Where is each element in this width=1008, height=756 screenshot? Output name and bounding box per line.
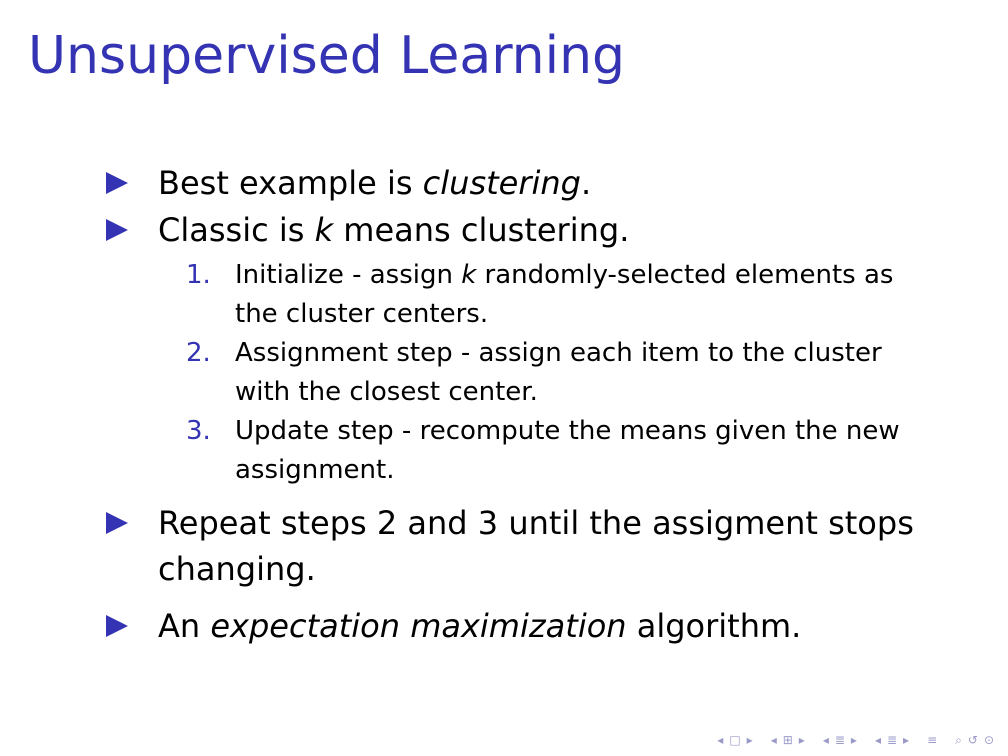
triangle-bullet-icon [106, 615, 128, 637]
bullet-text: Best example is clustering. [158, 164, 592, 202]
prev-icon[interactable]: ◂ [823, 733, 829, 747]
item-text: Initialize - assign k randomly-selected … [235, 260, 894, 329]
align-icon[interactable]: ≡ [927, 733, 937, 747]
bullet-text: Classic is k means clustering. [158, 211, 630, 249]
section-icon[interactable]: ≣ [835, 733, 845, 747]
item-number: 3. [186, 416, 211, 446]
item-text: Assignment step - assign each item to th… [235, 338, 882, 407]
item-number: 2. [186, 338, 211, 368]
next-icon[interactable]: ▸ [799, 733, 805, 747]
next-icon[interactable]: ▸ [851, 733, 857, 747]
frame-icon[interactable]: □ [729, 733, 740, 747]
search-icon[interactable]: ⌕ [955, 733, 962, 747]
subsection-icon[interactable]: ⊞ [783, 733, 793, 747]
zoom-icon[interactable]: ⊙ [984, 733, 994, 747]
triangle-bullet-icon [106, 172, 128, 194]
triangle-bullet-icon [106, 512, 128, 534]
item-text: Update step - recompute the means given … [235, 416, 900, 485]
prev-icon[interactable]: ◂ [717, 733, 723, 747]
next-icon[interactable]: ▸ [903, 733, 909, 747]
next-icon[interactable]: ▸ [747, 733, 753, 747]
item-number: 1. [186, 260, 211, 290]
bullet-text: Repeat steps 2 and 3 until the assigment… [158, 504, 914, 588]
prev-icon[interactable]: ◂ [875, 733, 881, 747]
section-icon[interactable]: ≣ [887, 733, 897, 747]
bullet-text: An expectation maximization algorithm. [158, 607, 802, 645]
navigation-bar: ◂ □ ▸ ◂ ⊞ ▸ ◂ ≣ ▸ ◂ ≣ ▸ ≡ ⌕ ↺ ⊙ [717, 732, 994, 748]
page-title: Unsupervised Learning [28, 26, 626, 86]
undo-icon[interactable]: ↺ [968, 733, 978, 747]
prev-icon[interactable]: ◂ [771, 733, 777, 747]
triangle-bullet-icon [106, 219, 128, 241]
